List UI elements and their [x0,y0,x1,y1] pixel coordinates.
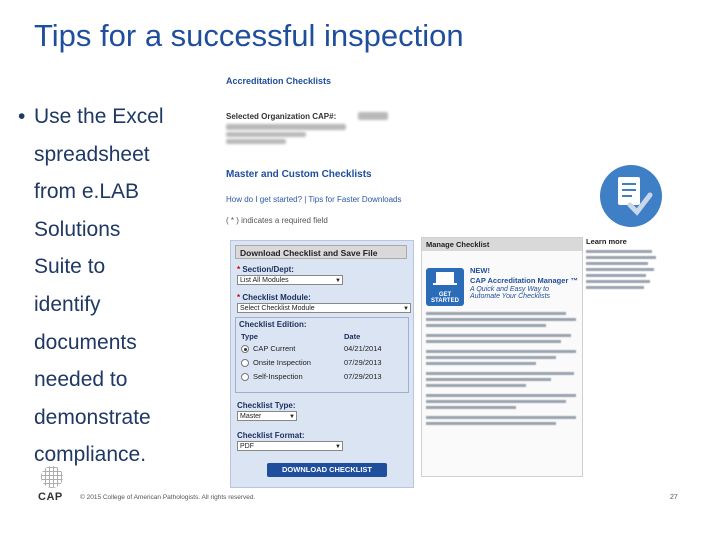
checklist-module-label: * Checklist Module: [237,293,311,302]
bullet-marker: • [18,105,26,128]
text-line [426,378,551,381]
bullet-line: Use the Excel [34,105,164,128]
section-dept-select[interactable]: List All Modules ▼ [237,275,343,285]
selected-org-label: Selected Organization CAP#: [226,112,337,121]
text-line [426,422,556,425]
slide-title: Tips for a successful inspection [34,18,464,53]
laptop-icon [433,272,457,285]
text-line [426,318,576,321]
cam-title[interactable]: CAP Accreditation Manager ™ [470,276,578,285]
text-line [586,250,652,253]
learn-more-heading: Learn more [586,237,627,246]
edition-label: Checklist Edition: [239,320,307,329]
edition-date: 07/29/2013 [344,372,382,381]
bullet-line: demonstrate [34,405,151,429]
bullet-line: needed to [34,368,128,392]
cam-subtitle: A Quick and Easy Way to Automate Your Ch… [470,286,551,300]
new-label: NEW! [470,266,490,275]
manage-header: Manage Checklist [422,238,582,251]
text-line [586,268,654,271]
text-line [426,334,571,337]
text-line [426,324,546,327]
edition-type: Onsite Inspection [253,358,311,367]
download-checklist-button[interactable]: DOWNLOAD CHECKLIST [267,463,387,477]
text-line [586,262,648,265]
text-line [426,406,516,409]
edition-type-header: Type [241,332,258,341]
text-line [426,394,576,397]
page-number: 27 [670,494,678,501]
redacted-org-number [358,112,388,120]
redacted-org-details [226,124,346,130]
chevron-down-icon: ▼ [335,278,341,284]
accreditation-title: Accreditation Checklists [226,76,332,86]
globe-icon [41,466,63,488]
text-line [586,280,650,283]
bullet-text: Use the Excel spreadsheet from e.LAB Sol… [34,98,208,474]
edition-radio-onsite[interactable] [241,359,249,367]
text-line [426,350,576,353]
cap-logo: CAP [38,466,68,504]
edition-radio-self[interactable] [241,373,249,381]
text-line [426,384,526,387]
checklist-module-select[interactable]: Select Checklist Module ▼ [237,303,411,313]
logo-text: CAP [38,491,63,503]
bullet-line: from e.LAB [34,180,140,204]
text-line [426,416,576,419]
text-line [426,362,536,365]
redacted-org-details [226,132,306,137]
text-line [426,356,556,359]
text-line [426,340,561,343]
help-links[interactable]: How do I get started? | Tips for Faster … [226,195,402,204]
checklist-type-label: Checklist Type: [237,401,296,410]
bullet-line: spreadsheet [34,142,150,166]
bullet-line: Solutions [34,217,121,241]
download-checklist-panel: Download Checklist and Save File * Secti… [230,240,414,488]
document-check-icon [600,165,662,227]
required-note: ( * ) indicates a required field [226,216,328,225]
download-header: Download Checklist and Save File [235,245,407,259]
chevron-down-icon: ▼ [403,306,409,312]
checklist-format-label: Checklist Format: [237,431,305,440]
edition-type: Self-Inspection [253,372,303,381]
get-started-button[interactable]: GET STARTED [426,268,464,306]
bullet-point: • Use the Excel spreadsheet from e.LAB S… [18,98,208,474]
text-line [586,256,656,259]
bullet-line: identify [34,292,101,316]
text-line [586,286,644,289]
embedded-screenshot: Accreditation Checklists Selected Organi… [222,70,662,490]
manage-checklist-panel: Manage Checklist GET STARTED NEW! CAP Ac… [421,237,583,477]
checklist-format-select[interactable]: PDF ▼ [237,441,343,451]
edition-radio-current[interactable] [241,345,249,353]
checklist-edition-box: Checklist Edition: Type Date CAP Current… [235,317,409,393]
section-title: Master and Custom Checklists [226,169,372,180]
checklist-type-select[interactable]: Master ▼ [237,411,297,421]
chevron-down-icon: ▼ [335,444,341,450]
edition-date: 07/29/2013 [344,358,382,367]
bullet-line: Suite to [34,255,106,279]
copyright-footer: © 2015 College of American Pathologists.… [80,494,256,501]
text-line [426,312,566,315]
redacted-org-details [226,139,286,144]
text-line [586,274,646,277]
section-dept-label: * Section/Dept: [237,265,294,274]
text-line [426,372,574,375]
edition-type: CAP Current [253,344,296,353]
edition-date-header: Date [344,332,361,341]
chevron-down-icon: ▼ [289,414,295,420]
edition-date: 04/21/2014 [344,344,382,353]
text-line [426,400,566,403]
bullet-line: documents [34,330,137,354]
